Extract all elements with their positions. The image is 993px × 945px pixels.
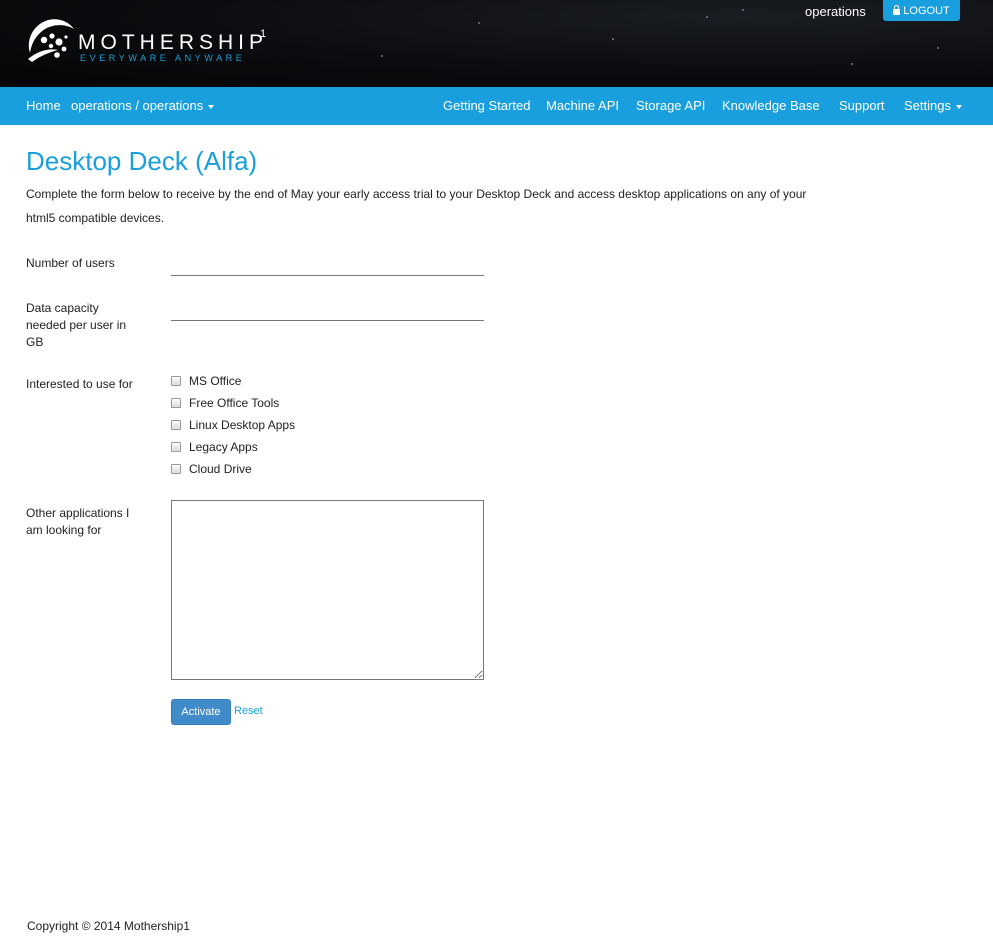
other-applications-label: Other applications I am looking for [26,506,130,537]
star-decoration [706,16,708,18]
nav-settings-label: Settings [904,98,951,113]
number-of-users-label: Number of users [26,256,115,270]
logo-superscript: 1 [260,28,267,40]
nav-storage-api[interactable]: Storage API [636,87,705,125]
intro-text: Complete the form below to receive by th… [26,187,807,225]
star-decoration [851,63,853,65]
star-decoration [478,22,480,24]
data-capacity-input[interactable] [171,300,484,321]
other-applications-textarea[interactable] [171,500,484,680]
nav-knowledge-base[interactable]: Knowledge Base [722,87,820,125]
checkbox-label: Linux Desktop Apps [189,418,296,432]
top-header: MOTHERSHIP 1 EVERYWARE ANYWARE operation… [0,0,993,87]
mothership-logo[interactable]: MOTHERSHIP 1 EVERYWARE ANYWARE [24,15,284,70]
nav-account-label: operations / operations [71,98,204,113]
lock-icon [893,4,901,16]
nav-settings-dropdown[interactable]: Settings [904,87,962,125]
nav-support[interactable]: Support [839,87,885,125]
checkbox-cloud-drive[interactable]: Cloud Drive [171,461,252,477]
caret-down-icon [208,104,215,109]
logout-button[interactable]: LOGOUT [883,0,960,21]
checkbox-box[interactable] [171,442,181,452]
page-title: Desktop Deck (Alfa) [26,146,258,176]
current-user-name[interactable]: operations [805,4,866,19]
planet-logo-icon [28,19,74,62]
data-capacity-label: Data capacity needed per user in GB [26,301,127,349]
nav-home[interactable]: Home [26,87,61,125]
interested-use-label: Interested to use for [26,377,133,391]
nav-machine-api[interactable]: Machine API [546,87,619,125]
main-navbar: Home operations / operations Getting Sta… [0,87,993,125]
checkbox-box[interactable] [171,376,181,386]
checkbox-legacy-apps[interactable]: Legacy Apps [171,439,258,455]
star-decoration [612,38,614,40]
nav-account-dropdown[interactable]: operations / operations [71,87,215,125]
checkbox-box[interactable] [171,398,181,408]
checkbox-linux-desktop-apps[interactable]: Linux Desktop Apps [171,417,295,433]
checkbox-label: Legacy Apps [189,440,258,454]
logout-label: LOGOUT [903,4,950,17]
caret-down-icon [955,104,962,109]
star-decoration [381,55,383,57]
reset-link[interactable]: Reset [234,705,263,717]
star-decoration [742,9,744,11]
footer-copyright: Copyright © 2014 Mothership1 [27,919,190,933]
checkbox-label: Free Office Tools [189,396,280,410]
checkbox-label: Cloud Drive [189,462,252,476]
checkbox-ms-office[interactable]: MS Office [171,373,241,389]
logo-tagline: EVERYWARE ANYWARE [80,53,246,63]
activate-button[interactable]: Activate [171,699,231,725]
checkbox-free-office-tools[interactable]: Free Office Tools [171,395,279,411]
number-of-users-input[interactable] [171,255,484,276]
nav-getting-started[interactable]: Getting Started [443,87,530,125]
checkbox-box[interactable] [171,464,181,474]
checkbox-label: MS Office [189,374,242,388]
logo-wordmark: MOTHERSHIP [78,31,269,54]
star-decoration [937,47,939,49]
checkbox-box[interactable] [171,420,181,430]
